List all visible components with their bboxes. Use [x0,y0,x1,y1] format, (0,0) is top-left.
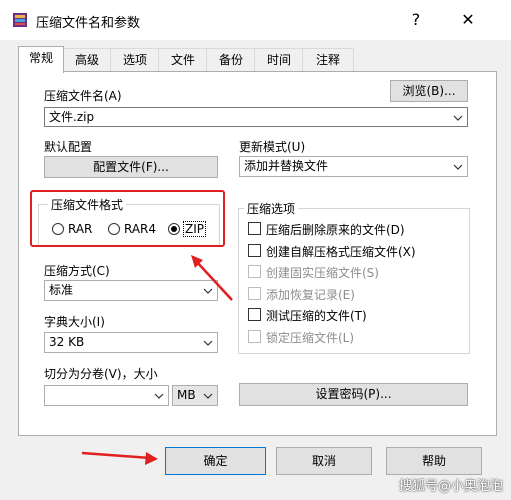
option-recovery-record[interactable]: 添加恢复记录(E) [248,286,466,302]
browse-button[interactable]: 浏览(B)... [390,80,468,102]
dictionary-size-value: 32 KB [49,335,85,349]
option-lock-archive-label: 锁定压缩文件(L) [266,331,355,345]
ok-button[interactable]: 确定 [165,447,266,475]
checkbox [248,308,261,321]
option-delete-after[interactable]: 压缩后删除原来的文件(D) [248,221,466,237]
chevron-down-icon [203,340,213,346]
update-mode-select[interactable]: 添加并替换文件 [239,156,468,177]
compression-method-value: 标准 [49,283,74,297]
option-create-sfx-label: 创建自解压格式压缩文件(X) [266,245,416,259]
archive-options-label: 压缩选项 [244,200,299,217]
arrow-to-ok [81,451,151,460]
option-recovery-record-label: 添加恢复记录(E) [266,288,355,302]
checkbox-disabled [248,265,261,278]
checkbox [248,244,261,257]
tab-time[interactable]: 时间 [254,48,304,71]
close-window-button[interactable]: ✕ [457,9,479,31]
watermark-text: 搜狐号@小奥泡泡 [398,479,503,494]
chevron-down-icon [203,393,213,399]
checkbox [248,222,261,235]
help-title-button[interactable]: ? [405,9,427,31]
chevron-down-icon [154,393,164,399]
option-create-solid[interactable]: 创建固实压缩文件(S) [248,264,466,280]
update-mode-value: 添加并替换文件 [244,159,329,173]
tab-backup[interactable]: 备份 [206,48,256,71]
archive-name-label: 压缩文件名(A) [44,89,122,103]
chevron-down-icon [453,115,463,121]
option-delete-after-label: 压缩后删除原来的文件(D) [266,223,405,237]
split-unit-select[interactable]: MB [172,385,218,406]
update-mode-label: 更新模式(U) [239,140,306,154]
annotation-highlight-box [30,190,225,247]
compression-method-select[interactable]: 标准 [44,280,218,301]
window-title: 压缩文件名和参数 [36,16,141,31]
tab-general[interactable]: 常规 [18,46,64,73]
option-test-files[interactable]: 测试压缩的文件(T) [248,307,466,323]
winrar-app-icon [12,12,28,28]
tab-advanced[interactable]: 高级 [62,48,112,71]
option-create-solid-label: 创建固实压缩文件(S) [266,266,379,280]
dictionary-size-label: 字典大小(I) [44,315,105,329]
tab-comment[interactable]: 注释 [302,48,354,71]
tab-options[interactable]: 选项 [110,48,160,71]
archive-name-input[interactable]: 文件.zip [44,107,468,127]
chevron-down-icon [453,164,463,170]
option-create-sfx[interactable]: 创建自解压格式压缩文件(X) [248,243,466,259]
set-password-button[interactable]: 设置密码(P)... [239,383,468,406]
option-test-files-label: 测试压缩的文件(T) [266,309,367,323]
split-volumes-input[interactable] [44,385,169,406]
dictionary-size-select[interactable]: 32 KB [44,332,218,353]
default-profile-label: 默认配置 [44,140,93,154]
checkbox-disabled [248,330,261,343]
split-unit-value: MB [177,388,196,402]
split-volumes-label: 切分为分卷(V)，大小 [44,367,158,381]
arrowhead-to-ok [145,452,158,465]
chevron-down-icon [203,288,213,294]
archive-name-value: 文件.zip [49,110,95,124]
tab-files[interactable]: 文件 [158,48,208,71]
help-button[interactable]: 帮助 [386,447,482,475]
compression-method-label: 压缩方式(C) [44,264,110,278]
option-lock-archive[interactable]: 锁定压缩文件(L) [248,329,466,345]
profiles-button[interactable]: 配置文件(F)... [44,156,218,178]
checkbox-disabled [248,287,261,300]
cancel-button[interactable]: 取消 [276,447,372,475]
